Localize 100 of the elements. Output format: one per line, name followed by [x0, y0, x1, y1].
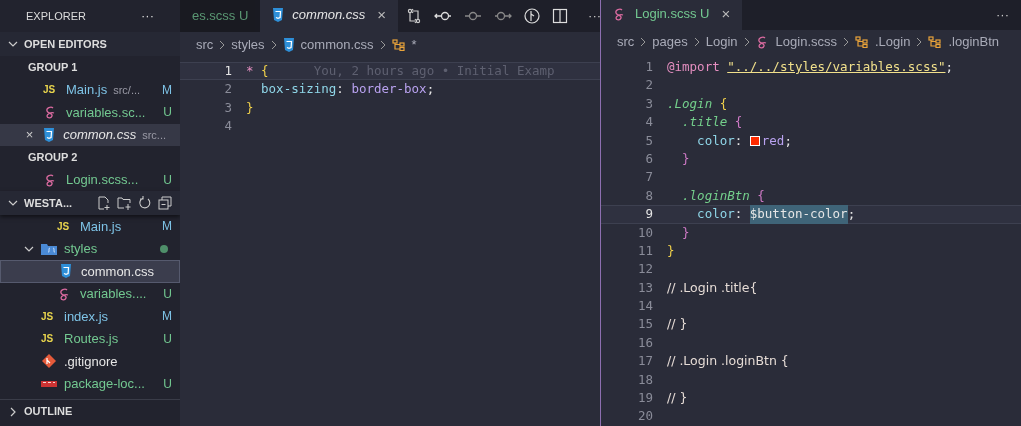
breadcrumb-item[interactable]: Login: [705, 32, 738, 52]
js-file-icon: JS: [43, 82, 59, 98]
code-line: color: $button-color;: [696, 205, 856, 224]
symbol-icon: [928, 36, 943, 49]
tree-item[interactable]: JS Routes.js U: [0, 327, 180, 350]
file-name: package-loc...: [64, 375, 145, 393]
section-header[interactable]: OPEN EDITORS: [0, 32, 180, 56]
file-name: variables.sc...: [66, 103, 146, 122]
file-name: common.css: [63, 126, 137, 144]
tree-item[interactable]: JS index.js M: [0, 305, 180, 328]
refresh-icon[interactable]: [138, 196, 152, 210]
code-line: .title {: [681, 113, 743, 132]
code-line: // }: [667, 315, 688, 334]
symbol-icon: [855, 36, 869, 49]
git-status: U: [163, 330, 172, 348]
line-number: 6: [644, 149, 653, 168]
tree-item[interactable]: .gitignore: [0, 350, 180, 373]
tree-item[interactable]: variables.... U: [0, 282, 180, 305]
npm-icon: [41, 379, 57, 388]
file-name: index.js: [64, 307, 109, 326]
more-actions-icon[interactable]: ···: [141, 6, 154, 26]
code-line: .loginBtn {: [681, 186, 765, 205]
editor-tab[interactable]: es.scss U: [180, 0, 261, 32]
breadcrumb-item[interactable]: src: [196, 35, 214, 55]
code-line: @import "../../styles/variables.scss";: [667, 58, 953, 76]
breadcrumb-item[interactable]: .loginBtn: [948, 32, 999, 52]
group-label: GROUP 1: [27, 60, 79, 75]
line-number: 2: [644, 76, 653, 95]
close-icon[interactable]: ×: [377, 3, 387, 27]
code-line: // .Login .title{: [667, 278, 758, 297]
tree-item[interactable]: common.css: [0, 260, 180, 283]
commit-icon[interactable]: [464, 10, 483, 22]
breadcrumb-item[interactable]: common.css: [300, 35, 374, 55]
tree-item[interactable]: package-loc... U: [0, 372, 180, 395]
breadcrumb-item[interactable]: *: [411, 35, 417, 55]
git-status: U: [163, 171, 172, 189]
open-editor-item[interactable]: JS Main.js src/... M: [0, 78, 180, 101]
more-actions-icon[interactable]: ···: [984, 0, 1021, 30]
file-name: Login.scss...: [66, 171, 139, 189]
file-path: src/...: [113, 82, 141, 98]
line-number: 16: [636, 333, 653, 352]
line-number: 9: [644, 205, 653, 224]
line-number: 7: [644, 168, 653, 187]
chevron-icon: [743, 37, 750, 48]
css-file-icon: [43, 127, 56, 142]
css-file-icon: [282, 38, 295, 52]
line-number: 18: [636, 370, 653, 389]
file-name: .gitignore: [64, 352, 118, 371]
new-folder-icon[interactable]: [117, 196, 132, 210]
code-line: }: [681, 223, 690, 242]
chevron-icon: [843, 37, 849, 48]
close-icon[interactable]: ×: [25, 125, 34, 145]
line-number: 4: [223, 117, 232, 135]
sidebar-title: EXPLORER: [26, 8, 86, 24]
chevron-icon: [916, 37, 923, 48]
code-line: }: [246, 98, 254, 117]
open-editor-item[interactable]: Login.scss... U: [0, 168, 180, 191]
line-number: 2: [223, 80, 232, 99]
line-number: 17: [636, 352, 653, 371]
split-editor-icon[interactable]: [552, 8, 569, 24]
file-name: common.css: [81, 262, 154, 281]
new-file-icon[interactable]: [97, 196, 111, 210]
next-change-icon[interactable]: [494, 10, 513, 22]
compare-changes-icon[interactable]: [406, 8, 423, 24]
line-number: 3: [223, 98, 232, 117]
chevron-icon: [8, 39, 18, 49]
collapse-all-icon[interactable]: [158, 196, 172, 210]
breadcrumb-item[interactable]: styles: [231, 35, 265, 55]
git-status: M: [162, 308, 172, 326]
git-status: U: [163, 104, 172, 122]
open-editor-item[interactable]: variables.sc... U: [0, 101, 180, 124]
git-status: U: [163, 375, 172, 393]
chevron-icon: [270, 40, 277, 50]
section-header[interactable]: WESTA...: [0, 191, 180, 215]
git-status: M: [162, 81, 172, 99]
previous-change-icon[interactable]: [434, 10, 453, 22]
group-label: GROUP 2: [27, 150, 79, 165]
color-swatch[interactable]: [749, 135, 760, 146]
chevron-icon: [219, 40, 226, 50]
editor-tab[interactable]: common.css ×: [260, 0, 399, 32]
file-name: styles: [64, 240, 98, 258]
chevron-icon: [8, 406, 18, 417]
close-icon[interactable]: ×: [721, 2, 731, 26]
open-editor-item[interactable]: × common.css src...: [0, 123, 180, 146]
line-number: 4: [644, 113, 653, 132]
line-number: 5: [644, 131, 653, 150]
breadcrumb-item[interactable]: src: [617, 32, 635, 52]
file-name: Main.js: [66, 81, 108, 99]
line-number: 8: [644, 186, 653, 205]
tree-item[interactable]: JS Main.js M: [0, 215, 180, 238]
file-name: Routes.js: [64, 330, 119, 348]
chevron-icon: [693, 37, 700, 48]
chevron-icon: [379, 40, 386, 50]
breadcrumb-item[interactable]: pages: [652, 32, 688, 52]
breadcrumb-item[interactable]: .Login: [875, 32, 911, 52]
editor-tab[interactable]: Login.scss U ×: [601, 0, 743, 30]
breadcrumb-item[interactable]: Login.scss: [775, 32, 837, 52]
code-line: box-sizing: border-box;: [260, 80, 435, 99]
js-file-icon: JS: [57, 218, 73, 234]
tree-item[interactable]: styles: [0, 237, 180, 260]
